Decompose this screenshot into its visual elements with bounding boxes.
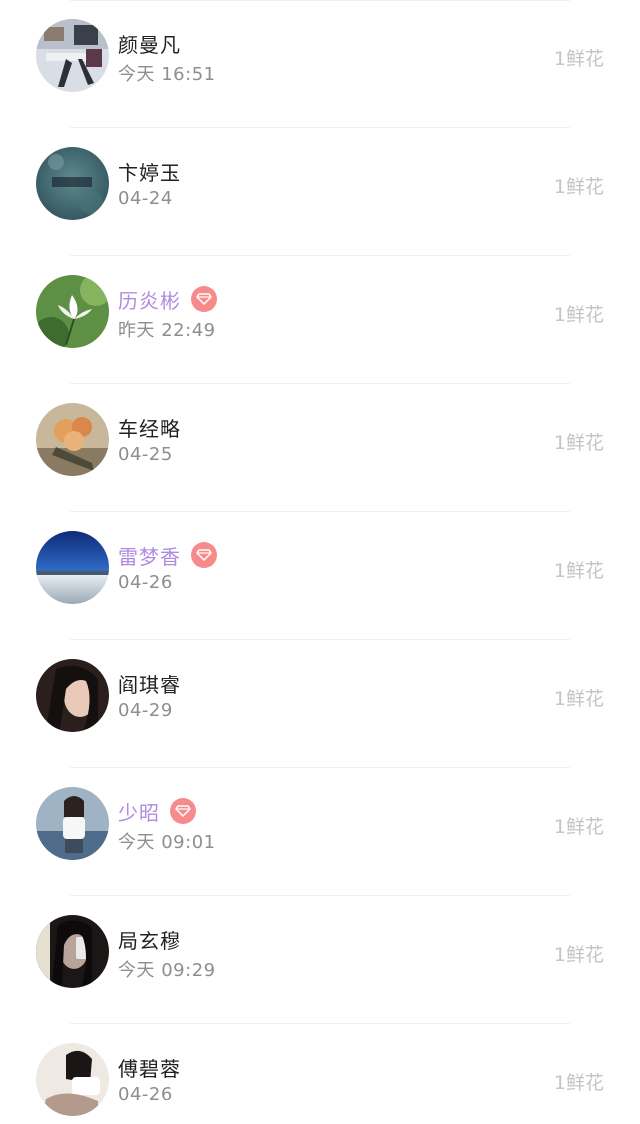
timestamp: 昨天 22:49 (118, 320, 216, 341)
diamond-icon (191, 542, 217, 568)
user-name[interactable]: 历炎彬 (118, 285, 181, 314)
list-item[interactable]: 颜曼凡 今天 16:51 1鲜花 (0, 0, 640, 128)
timestamp: 04-26 (118, 572, 173, 593)
gift-count: 1鲜花 (553, 688, 604, 710)
gift-count: 1鲜花 (553, 48, 604, 70)
gift-count: 1鲜花 (553, 432, 604, 454)
avatar[interactable] (36, 275, 109, 348)
gift-count: 1鲜花 (553, 176, 604, 198)
user-name[interactable]: 少昭 (118, 797, 160, 826)
timestamp: 04-25 (118, 444, 173, 465)
gift-count: 1鲜花 (553, 944, 604, 966)
list-item[interactable]: 阎琪睿 04-29 1鲜花 (0, 640, 640, 768)
avatar[interactable] (36, 787, 109, 860)
list-item[interactable]: 傅碧蓉 04-26 1鲜花 (0, 1024, 640, 1124)
gift-count: 1鲜花 (553, 1072, 604, 1094)
diamond-icon (191, 286, 217, 312)
avatar[interactable] (36, 915, 109, 988)
avatar[interactable] (36, 403, 109, 476)
gift-count: 1鲜花 (553, 304, 604, 326)
gift-record-list: 颜曼凡 今天 16:51 1鲜花 卞婷玉 04-24 1鲜花 历炎彬 昨天 22… (0, 0, 640, 1124)
user-name[interactable]: 阎琪睿 (118, 669, 181, 698)
list-item[interactable]: 局玄穆 今天 09:29 1鲜花 (0, 896, 640, 1024)
avatar[interactable] (36, 19, 109, 92)
timestamp: 今天 09:01 (118, 832, 216, 853)
user-name[interactable]: 局玄穆 (118, 925, 181, 954)
timestamp: 04-29 (118, 700, 173, 721)
user-name[interactable]: 颜曼凡 (118, 29, 181, 58)
avatar[interactable] (36, 147, 109, 220)
list-item[interactable]: 雷梦香 04-26 1鲜花 (0, 512, 640, 640)
timestamp: 今天 09:29 (118, 960, 216, 981)
gift-count: 1鲜花 (553, 560, 604, 582)
user-name[interactable]: 车经略 (118, 413, 181, 442)
list-item[interactable]: 少昭 今天 09:01 1鲜花 (0, 768, 640, 896)
gift-count: 1鲜花 (553, 816, 604, 838)
avatar[interactable] (36, 531, 109, 604)
timestamp: 04-24 (118, 188, 173, 209)
list-item[interactable]: 车经略 04-25 1鲜花 (0, 384, 640, 512)
timestamp: 今天 16:51 (118, 64, 216, 85)
list-item[interactable]: 卞婷玉 04-24 1鲜花 (0, 128, 640, 256)
avatar[interactable] (36, 659, 109, 732)
list-item[interactable]: 历炎彬 昨天 22:49 1鲜花 (0, 256, 640, 384)
user-name[interactable]: 雷梦香 (118, 541, 181, 570)
timestamp: 04-26 (118, 1084, 173, 1105)
user-name[interactable]: 卞婷玉 (118, 157, 181, 186)
user-name[interactable]: 傅碧蓉 (118, 1053, 181, 1082)
diamond-icon (170, 798, 196, 824)
avatar[interactable] (36, 1043, 109, 1116)
